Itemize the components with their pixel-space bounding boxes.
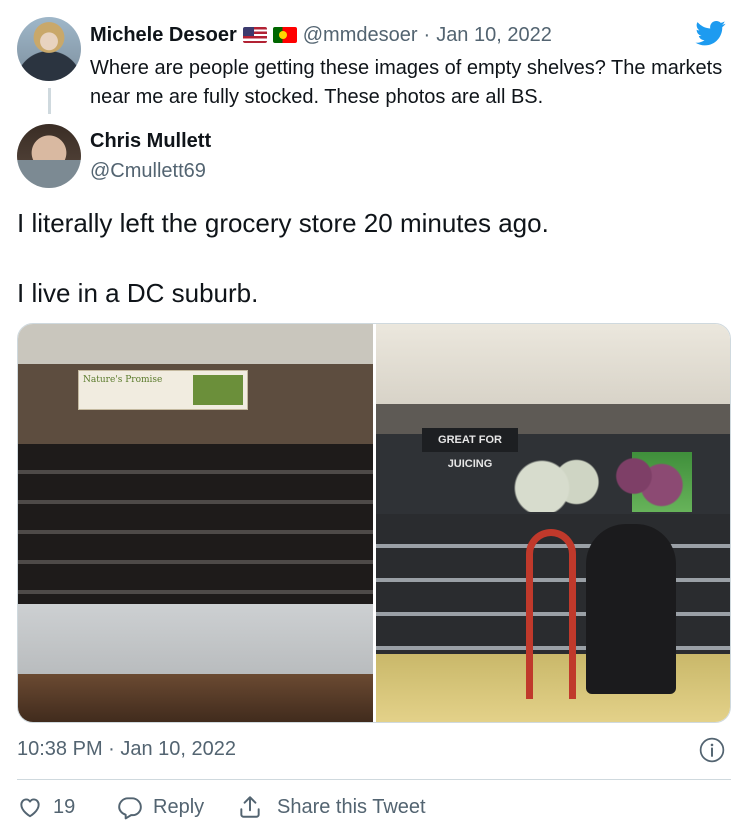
tweet-paragraph-2: I live in a DC suburb.	[17, 278, 259, 308]
twitter-bird-icon[interactable]	[694, 18, 728, 48]
quoted-tweet-date[interactable]: Jan 10, 2022	[436, 24, 552, 47]
author-handle[interactable]: @Cmullett69	[90, 160, 206, 183]
chris-avatar[interactable]	[17, 124, 81, 188]
thread-connector	[48, 88, 51, 114]
author-name[interactable]: Chris Mullett	[90, 130, 211, 153]
shopper	[586, 524, 676, 694]
portugal-flag-icon	[272, 27, 297, 43]
like-button[interactable]: 19	[17, 794, 117, 820]
tweet-paragraph-1: I literally left the grocery store 20 mi…	[17, 208, 549, 238]
quoted-author-name[interactable]: Michele Desoer	[90, 24, 237, 47]
tweet-media: Nature's Promise GREAT FOR JUICING	[17, 323, 731, 723]
produce-aisle-photo[interactable]: GREAT FOR JUICING	[376, 324, 730, 722]
divider	[17, 779, 731, 780]
tweet-actions: 19 Reply Share this Tweet	[17, 792, 426, 822]
natures-promise-sign-text: Nature's Promise	[83, 375, 163, 385]
juicing-sign: GREAT FOR JUICING	[422, 428, 518, 470]
share-icon	[240, 796, 260, 818]
produce-display	[496, 452, 726, 512]
reply-button[interactable]: Reply	[117, 794, 237, 820]
reply-label: Reply	[153, 795, 205, 818]
share-button[interactable]: Share this Tweet	[237, 794, 426, 820]
quoted-tweet-text: Where are people getting these images of…	[90, 57, 723, 108]
info-icon[interactable]	[699, 737, 725, 763]
dot-separator: ·	[423, 23, 431, 46]
cart-handle	[526, 529, 576, 699]
heart-icon	[20, 798, 40, 818]
empty-shelves-photo[interactable]: Nature's Promise	[18, 324, 373, 722]
tweet-text: I literally left the grocery store 20 mi…	[17, 205, 732, 311]
natures-promise-sign: Nature's Promise	[78, 370, 248, 410]
like-count: 19	[53, 795, 76, 818]
tweet-timestamp[interactable]: 10:38 PM · Jan 10, 2022	[17, 738, 236, 761]
share-label: Share this Tweet	[277, 795, 426, 818]
quoted-author-handle[interactable]: @mmdesoer	[303, 24, 418, 47]
tweet-card: Michele Desoer @mmdesoer · Jan 10, 2022 …	[0, 0, 750, 830]
quoted-tweet-header: Michele Desoer @mmdesoer · Jan 10, 2022	[90, 22, 552, 48]
us-flag-icon	[242, 27, 267, 43]
local-sign	[193, 375, 243, 405]
reply-icon	[118, 797, 142, 820]
michele-avatar[interactable]	[17, 17, 81, 81]
